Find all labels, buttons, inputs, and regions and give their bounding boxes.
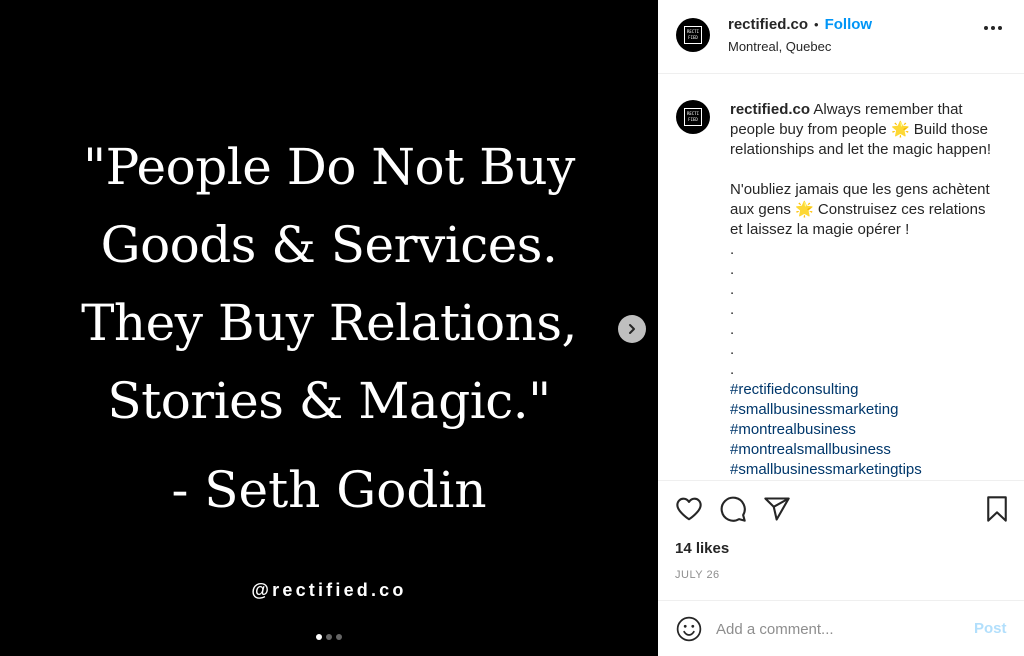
post-date[interactable]: JULY 26 (675, 569, 720, 581)
carousel-dot (326, 634, 332, 640)
logo-mark: RECTI FIED (684, 26, 702, 44)
location-link[interactable]: Montreal, Quebec (728, 39, 831, 54)
post-side-panel: RECTI FIED rectified.co • Follow Montreal,… (658, 0, 1024, 656)
header-user-row: rectified.co • Follow (728, 16, 872, 33)
more-options-icon[interactable] (984, 26, 1002, 30)
follow-button[interactable]: Follow (825, 16, 873, 33)
quote-attribution: - Seth Godin (171, 461, 487, 519)
username-link[interactable]: rectified.co (728, 16, 808, 33)
quote-line: Goods & Services. (100, 216, 558, 274)
caption-dot: . (730, 341, 735, 358)
caption-dot: . (730, 241, 735, 258)
heart-icon[interactable] (675, 495, 703, 523)
logo-mark: RECTI FIED (684, 108, 702, 126)
caption-line: relationships and let the magic happen! (730, 141, 992, 158)
carousel-next-button[interactable] (618, 315, 646, 343)
comment-icon[interactable] (719, 495, 747, 523)
hashtag-link[interactable]: #smallbusinessmarketing (730, 400, 1018, 420)
comment-input[interactable] (716, 617, 966, 641)
caption-line: people buy from people 🌟 Build those (730, 121, 989, 138)
carousel-indicator (0, 634, 658, 640)
carousel-dot (336, 634, 342, 640)
avatar[interactable]: RECTI FIED (676, 18, 710, 52)
caption-line: et laissez la magie opérer ! (730, 221, 910, 238)
caption-line: N'oubliez jamais que les gens achètent (730, 181, 990, 198)
caption-line: aux gens 🌟 Construisez ces relations (730, 201, 986, 218)
caption-dot: . (730, 361, 735, 378)
likes-count[interactable]: 14 likes (675, 540, 729, 557)
caption-section: RECTI FIED rectified.co Always remember … (658, 75, 1024, 480)
hashtag-link[interactable]: #rectifiedconsulting (730, 380, 1018, 400)
bookmark-icon[interactable] (983, 495, 1011, 523)
post-actions-bar (658, 480, 1024, 540)
caption-dot: . (730, 301, 735, 318)
caption-dot: . (730, 321, 735, 338)
post-comment-button[interactable]: Post (974, 620, 1007, 637)
post-media[interactable]: "People Do Not Buy Goods & Services. The… (0, 0, 658, 656)
caption-username-link[interactable]: rectified.co (730, 101, 810, 118)
separator-dot: • (814, 17, 819, 32)
post-header: RECTI FIED rectified.co • Follow Montreal,… (658, 0, 1024, 74)
hashtag-link[interactable]: #smallbusinessmarketingtips (730, 460, 1018, 480)
avatar[interactable]: RECTI FIED (676, 100, 710, 134)
caption-line: Always remember that (813, 101, 963, 118)
carousel-dot-active (316, 634, 322, 640)
chevron-right-icon (629, 324, 635, 334)
emoji-icon[interactable] (676, 616, 702, 642)
share-icon[interactable] (763, 495, 791, 523)
logo-text: FIED (688, 117, 698, 122)
comment-bar: Post (658, 600, 1024, 656)
caption-text: rectified.co Always remember that people… (730, 100, 1018, 480)
quote-text: "People Do Not Buy Goods & Services. The… (0, 128, 658, 440)
quote-line: Stories & Magic." (107, 372, 551, 430)
quote-line: They Buy Relations, (81, 294, 577, 352)
logo-text: FIED (688, 35, 698, 40)
quote-line: "People Do Not Buy (83, 138, 575, 196)
caption-dot: . (730, 281, 735, 298)
media-watermark: @rectified.co (251, 580, 407, 600)
caption-dot: . (730, 261, 735, 278)
hashtag-link[interactable]: #montrealbusiness (730, 420, 1018, 440)
hashtag-link[interactable]: #montrealsmallbusiness (730, 440, 1018, 460)
